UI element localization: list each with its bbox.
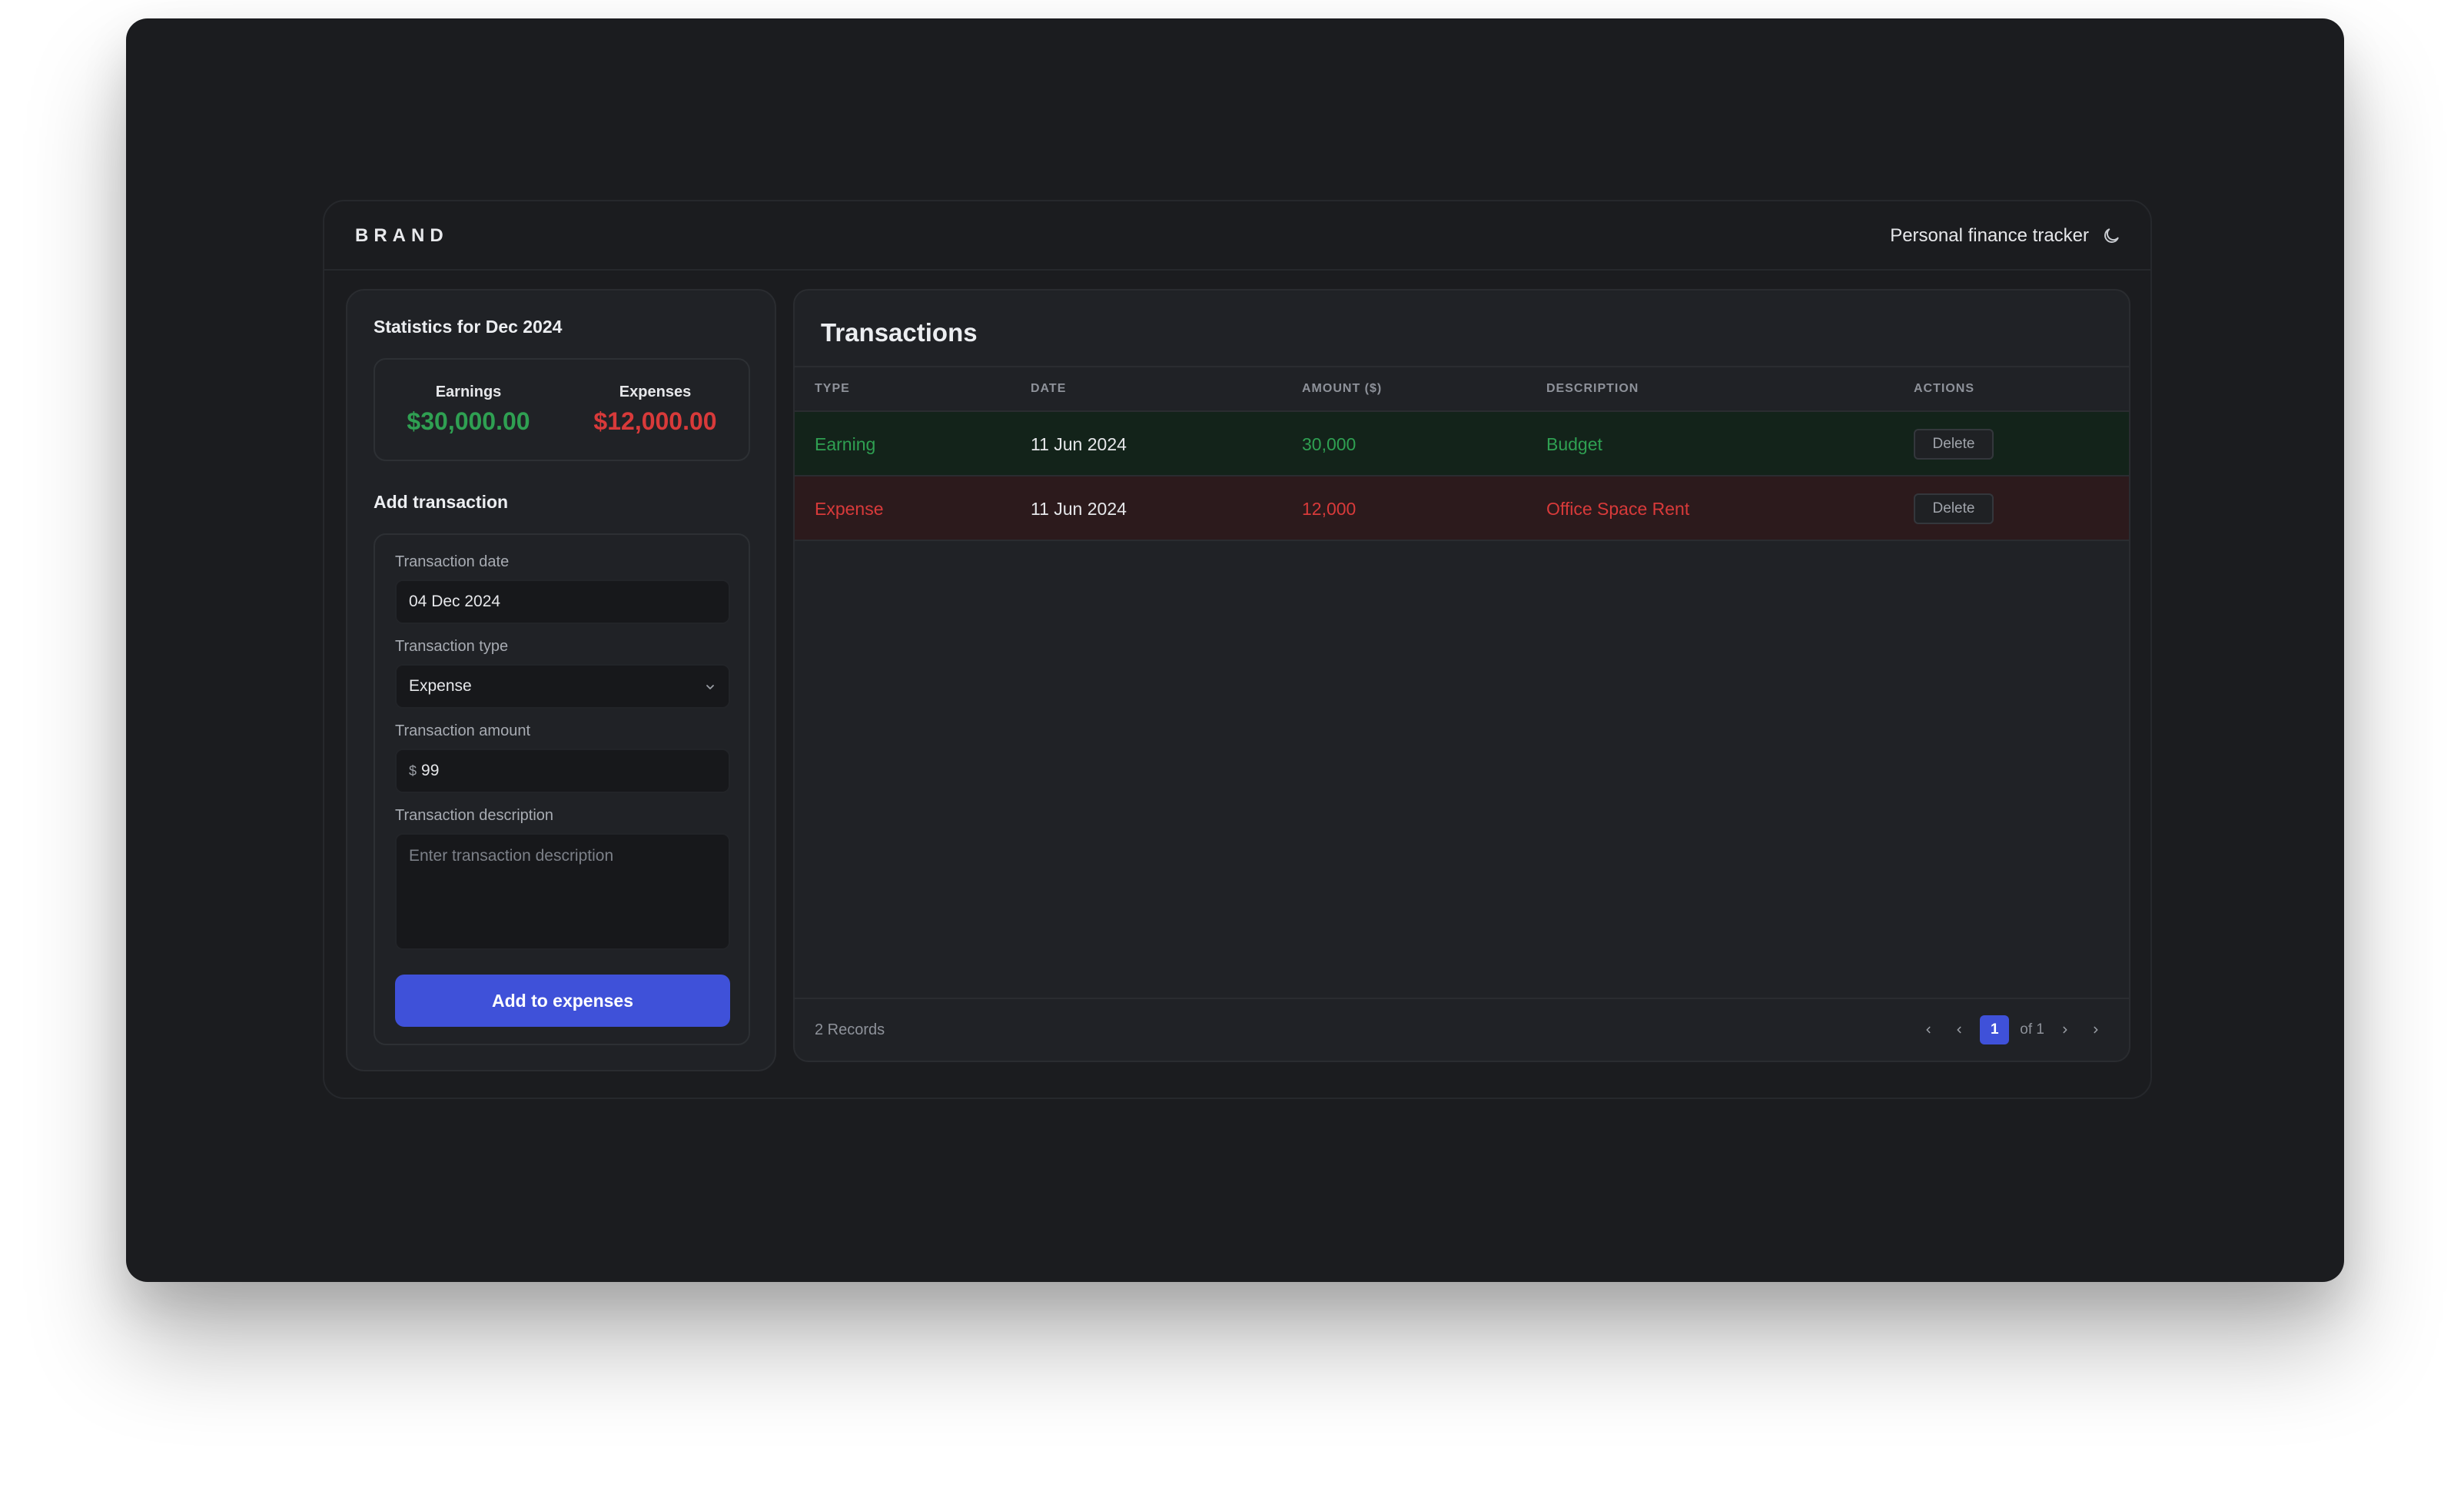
row-type: Expense [815, 499, 884, 519]
chevron-down-icon [704, 681, 716, 693]
description-label: Transaction description [395, 807, 554, 824]
date-input[interactable]: 04 Dec 2024 [395, 579, 730, 624]
row-type: Earning [815, 434, 876, 454]
column-header-date[interactable]: DATE [1031, 367, 1066, 410]
type-value: Expense [409, 677, 472, 695]
row-amount: 12,000 [1302, 499, 1357, 519]
previous-page-icon[interactable] [1949, 1020, 1969, 1040]
delete-button[interactable]: Delete [1914, 429, 1994, 460]
row-amount: 30,000 [1302, 434, 1357, 454]
page-total: of 1 [2020, 1021, 2044, 1038]
delete-button[interactable]: Delete [1914, 493, 1994, 524]
transactions-panel: Transactions TYPE DATE AMOUNT ($) DESCRI… [793, 289, 2130, 1062]
column-header-actions: ACTIONS [1914, 382, 1974, 395]
earnings-value: $30,000.00 [407, 407, 530, 435]
app-title: Personal finance tracker [1890, 225, 2089, 246]
earnings-label: Earnings [435, 384, 502, 400]
row-date: 11 Jun 2024 [1031, 499, 1127, 519]
row-date: 11 Jun 2024 [1031, 434, 1127, 454]
sidebar-panel: Statistics for Dec 2024 Earnings $30,000… [346, 289, 776, 1071]
stats-title: Statistics for Dec 2024 [374, 317, 563, 337]
pagination: 1 of 1 [1918, 999, 2106, 1061]
app-container: BRAND Personal finance tracker Statistic… [323, 200, 2152, 1099]
expenses-value: $12,000.00 [593, 407, 717, 435]
first-page-icon[interactable] [1918, 1020, 1938, 1040]
current-page-button[interactable]: 1 [1980, 1015, 2010, 1044]
date-value: 04 Dec 2024 [409, 593, 501, 610]
records-count: 2 Records [815, 1021, 885, 1038]
add-transaction-form: Transaction date 04 Dec 2024 Transaction… [374, 533, 750, 1045]
column-header-type[interactable]: TYPE [815, 367, 850, 410]
add-to-expenses-button[interactable]: Add to expenses [395, 975, 730, 1027]
top-bar-right: Personal finance tracker [1890, 201, 2121, 271]
description-placeholder: Enter transaction description [409, 847, 614, 865]
amount-value: 99 [421, 762, 440, 779]
stats-summary: Earnings $30,000.00 Expenses $12,000.00 [374, 358, 750, 461]
expenses-stat: Expenses $12,000.00 [562, 360, 749, 460]
transactions-title: Transactions [821, 318, 978, 347]
table-header: TYPE DATE AMOUNT ($) DESCRIPTION ACTIONS [795, 366, 2129, 412]
next-page-icon[interactable] [2055, 1020, 2075, 1040]
expenses-label: Expenses [619, 384, 692, 400]
add-transaction-title: Add transaction [374, 492, 509, 512]
table-footer: 2 Records 1 of 1 [795, 998, 2129, 1061]
type-label: Transaction type [395, 638, 509, 655]
amount-input[interactable]: $ 99 [395, 749, 730, 793]
app-window: BRAND Personal finance tracker Statistic… [126, 18, 2344, 1282]
amount-label: Transaction amount [395, 722, 531, 739]
currency-prefix: $ [409, 762, 417, 779]
description-textarea[interactable]: Enter transaction description [395, 833, 730, 950]
brand-logo[interactable]: BRAND [355, 201, 449, 271]
last-page-icon[interactable] [2086, 1020, 2106, 1040]
top-bar: BRAND Personal finance tracker [324, 201, 2150, 271]
table-row: Expense 11 Jun 2024 12,000 Office Space … [795, 477, 2129, 541]
row-description: Office Space Rent [1546, 499, 1690, 519]
moon-icon[interactable] [2101, 226, 2121, 246]
type-select[interactable]: Expense [395, 664, 730, 709]
column-header-amount[interactable]: AMOUNT ($) [1302, 367, 1382, 410]
earnings-stat: Earnings $30,000.00 [375, 360, 562, 460]
column-header-description[interactable]: DESCRIPTION [1546, 367, 1639, 410]
date-label: Transaction date [395, 553, 510, 570]
table-row: Earning 11 Jun 2024 30,000 Budget Delete [795, 412, 2129, 477]
row-description: Budget [1546, 434, 1602, 454]
